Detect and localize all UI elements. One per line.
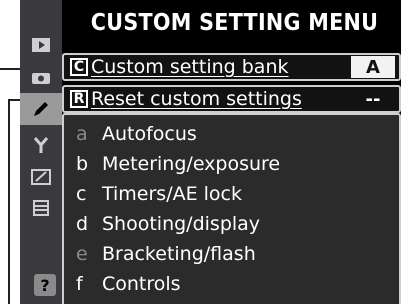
retouch-icon	[31, 169, 51, 185]
item-label: Metering/exposure	[102, 152, 281, 175]
tab-shooting[interactable]	[20, 62, 62, 92]
tab-setup[interactable]	[20, 130, 62, 160]
reset-letter-icon: R	[70, 90, 88, 108]
bank-letter-icon: C	[70, 58, 88, 76]
item-label: Timers/AE lock	[102, 182, 243, 205]
item-key: f	[76, 272, 83, 295]
page-title: CUSTOM SETTING MENU	[90, 10, 379, 36]
item-key: c	[76, 182, 87, 205]
help-icon[interactable]: ?	[34, 274, 56, 296]
list-item-controls[interactable]: f Controls	[64, 269, 399, 298]
list-item-metering-exposure[interactable]: b Metering/exposure	[64, 149, 399, 178]
list-item-autofocus[interactable]: a Autofocus	[64, 119, 399, 148]
playback-icon	[32, 38, 50, 52]
item-label: Autofocus	[102, 122, 197, 145]
pencil-icon	[34, 102, 48, 116]
wrench-icon	[33, 137, 49, 153]
tab-retouch[interactable]	[20, 162, 62, 192]
bank-label: Custom setting bank	[91, 56, 289, 78]
reset-label: Reset custom settings	[91, 88, 302, 110]
list-item-bracketing-flash[interactable]: e Bracketing/flash	[64, 239, 399, 268]
item-key: a	[76, 122, 88, 145]
menu-sidebar: ?	[20, 0, 62, 304]
recent-settings-icon	[33, 200, 49, 216]
item-key: d	[76, 212, 89, 235]
custom-settings-list: a Autofocus b Metering/exposure c Timers…	[62, 113, 401, 304]
item-label: Bracketing/flash	[102, 242, 256, 265]
list-item-timers-ae-lock[interactable]: c Timers/AE lock	[64, 179, 399, 208]
bank-value: A	[351, 56, 395, 78]
callout-line-vertical	[8, 99, 10, 304]
tab-custom-settings[interactable]	[20, 93, 62, 125]
tab-playback[interactable]	[20, 30, 62, 60]
camera-icon	[32, 73, 50, 84]
list-item-shooting-display[interactable]: d Shooting/display	[64, 209, 399, 238]
custom-setting-bank-row[interactable]: C Custom setting bank A	[62, 53, 401, 81]
item-label: Controls	[102, 272, 181, 295]
camera-screen: ? CUSTOM SETTING MENU C Custom setting b…	[20, 0, 401, 304]
item-label: Shooting/display	[102, 212, 261, 235]
reset-value: --	[365, 88, 381, 110]
item-key: b	[76, 152, 89, 175]
tab-recent[interactable]	[20, 193, 62, 223]
reset-custom-settings-row[interactable]: R Reset custom settings --	[62, 85, 401, 113]
item-key: e	[76, 242, 88, 265]
